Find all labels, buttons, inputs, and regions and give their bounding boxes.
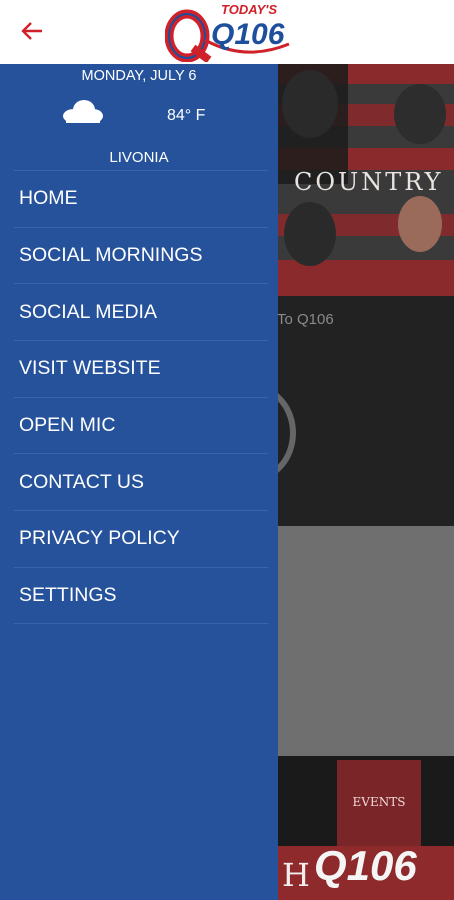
menu-item-visit-website[interactable]: VISIT WEBSITE — [14, 340, 268, 397]
hero-text: COUNTRY — [294, 168, 444, 196]
menu-item-open-mic[interactable]: OPEN MIC — [14, 396, 268, 454]
app-bar: TODAY'S Q106 — [0, 0, 454, 64]
bottom-banner-logo: Q106 — [314, 842, 417, 889]
menu-item-social-mornings[interactable]: SOCIAL MORNINGS — [14, 226, 268, 284]
events-tile-label: EVENTS — [352, 795, 406, 809]
cloud-icon — [63, 100, 103, 123]
location: LIVONIA — [109, 149, 169, 166]
logo-tagline: TODAY'S — [221, 2, 278, 17]
logo-wordmark: Q106 — [211, 18, 285, 51]
bottom-banner-text: H — [282, 856, 312, 894]
listen-label: To Q106 — [277, 311, 334, 328]
menu-item-contact-us[interactable]: CONTACT US — [14, 453, 268, 510]
drawer-menu: HOME SOCIAL MORNINGS SOCIAL MEDIA VISIT … — [14, 170, 268, 624]
menu-item-privacy-policy[interactable]: PRIVACY POLICY — [14, 510, 268, 567]
back-arrow-icon[interactable] — [18, 16, 46, 46]
current-date: MONDAY, JULY 6 — [81, 68, 197, 84]
temperature: 84° F — [167, 107, 206, 124]
station-logo: TODAY'S Q106 — [164, 2, 295, 64]
menu-item-home[interactable]: HOME — [14, 170, 268, 227]
menu-item-settings[interactable]: SETTINGS — [14, 566, 268, 624]
menu-item-social-media[interactable]: SOCIAL MEDIA — [14, 283, 268, 340]
navigation-drawer: MONDAY, JULY 6 84° F LIVONIA HOME SOCIAL… — [0, 64, 278, 900]
